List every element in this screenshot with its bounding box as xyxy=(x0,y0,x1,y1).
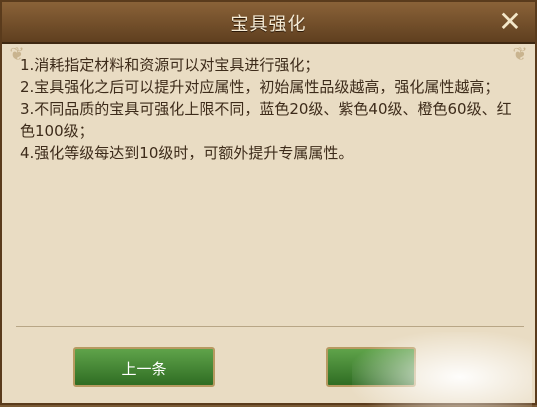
previous-button[interactable]: 上一条 xyxy=(73,347,215,387)
dialog-titlebar: 宝具强化 ✕ xyxy=(2,2,535,44)
description-line: 1.消耗指定材料和资源可以对宝具进行强化； xyxy=(20,56,320,74)
description-text: 1.消耗指定材料和资源可以对宝具进行强化； 2.宝具强化之后可以提升对应属性，初… xyxy=(16,54,521,324)
description-line: 3.不同品质的宝具可强化上限不同，蓝色20级、紫色40级、橙色60级、红色100… xyxy=(20,100,512,140)
watermark-glare xyxy=(352,332,532,407)
strengthen-info-dialog: 宝具强化 ✕ ❦ ❦ 1.消耗指定材料和资源可以对宝具进行强化； 2.宝具强化之… xyxy=(0,0,537,407)
divider xyxy=(16,326,524,327)
description-line: 4.强化等级每达到10级时，可额外提升专属属性。 xyxy=(20,144,354,162)
close-icon[interactable]: ✕ xyxy=(495,7,525,37)
description-line: 2.宝具强化之后可以提升对应属性，初始属性品级越高，强化属性越高； xyxy=(20,78,500,96)
dialog-title: 宝具强化 xyxy=(230,14,307,35)
